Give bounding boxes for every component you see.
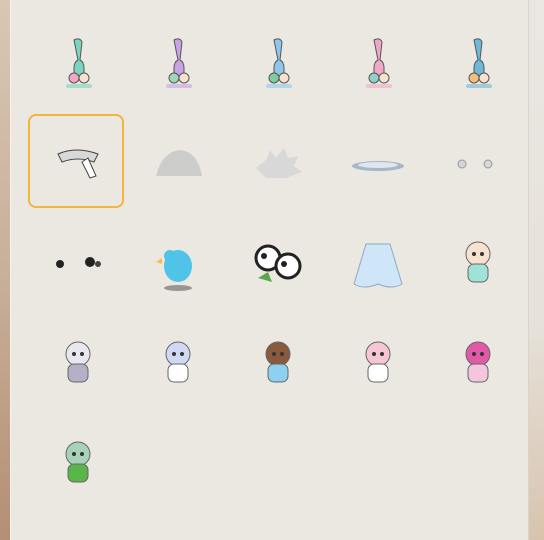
dino-stand-green-icon <box>48 32 108 96</box>
bunny-character-icon <box>448 232 508 296</box>
item-slot[interactable] <box>28 114 128 214</box>
item-slot[interactable] <box>28 14 128 114</box>
scarf-icon <box>48 132 108 196</box>
ponytail-girl-icon <box>48 332 108 396</box>
item-slot[interactable] <box>28 414 128 514</box>
dino-stand-teal-icon <box>448 32 508 96</box>
green-hair-boy-icon <box>48 432 108 496</box>
item-slot[interactable] <box>328 14 428 114</box>
item-grid <box>28 14 528 514</box>
dino-stand-pink-icon <box>348 32 408 96</box>
background-left <box>0 0 10 540</box>
item-slot[interactable] <box>128 314 228 414</box>
item-slot[interactable] <box>328 214 428 314</box>
black-dots-icon <box>48 232 108 296</box>
item-slot[interactable] <box>228 14 328 114</box>
item-slot[interactable] <box>428 14 528 114</box>
puddle-icon <box>348 132 408 196</box>
pink-bear-icon <box>348 332 408 396</box>
item-slot[interactable] <box>128 14 228 114</box>
dino-stand-purple-icon <box>148 32 208 96</box>
item-slot[interactable] <box>228 314 328 414</box>
item-slot[interactable] <box>228 114 328 214</box>
item-slot[interactable] <box>428 314 528 414</box>
panda-pair-icon <box>248 232 308 296</box>
item-slot[interactable] <box>128 214 228 314</box>
item-slot[interactable] <box>228 214 328 314</box>
nurse-character-icon <box>148 332 208 396</box>
bear-girl-icon <box>248 332 308 396</box>
white-splash-icon <box>248 132 308 196</box>
background-right <box>529 0 544 540</box>
item-slot[interactable] <box>28 214 128 314</box>
item-slot[interactable] <box>428 114 528 214</box>
item-slot[interactable] <box>428 214 528 314</box>
item-panel <box>10 0 529 540</box>
item-slot[interactable] <box>328 114 428 214</box>
dino-stand-blue-icon <box>248 32 308 96</box>
magenta-flower-icon <box>448 332 508 396</box>
blue-parrot-icon <box>148 232 208 296</box>
gray-mound-icon <box>148 132 208 196</box>
item-slot[interactable] <box>128 114 228 214</box>
crystal-cape-icon <box>348 232 408 296</box>
item-slot[interactable] <box>328 314 428 414</box>
item-slot[interactable] <box>28 314 128 414</box>
white-dots-icon <box>448 132 508 196</box>
